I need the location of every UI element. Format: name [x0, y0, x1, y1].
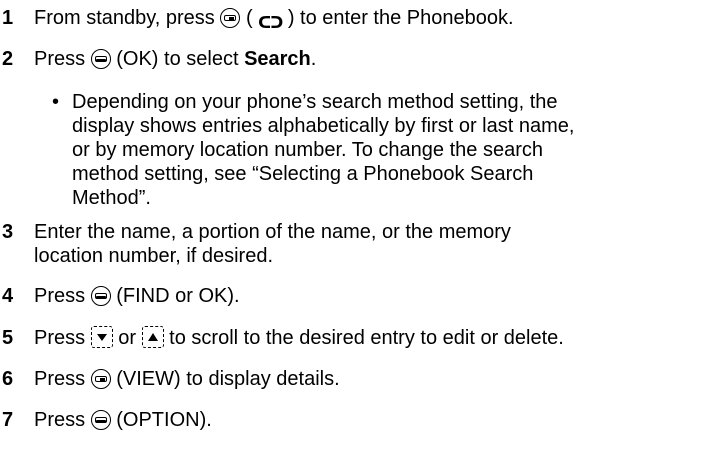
step-number: 4: [2, 285, 14, 307]
right-softkey-icon: [220, 8, 241, 28]
phonebook-icon: ᑕᑐ: [258, 13, 283, 32]
step-number: 3: [2, 221, 14, 243]
step-text: Press (FIND or OK).: [34, 285, 240, 307]
step-text: Enter the name, a portion of the name, o…: [34, 221, 511, 267]
bullet-line: Method”.: [72, 187, 151, 209]
left-softkey-icon: [90, 286, 111, 306]
step-number: 2: [2, 48, 14, 70]
nav-down-icon: [90, 326, 113, 348]
bullet-line: Depending on your phone’s search method …: [72, 91, 558, 113]
step-number: 6: [2, 368, 14, 390]
step-text: From standby, press ( ᑕᑐ ) to enter the …: [34, 6, 699, 35]
nav-up-icon: [141, 326, 164, 348]
step-text: Press (OPTION).: [34, 409, 212, 431]
step-text: Press or to scroll to the desired entry …: [34, 326, 564, 349]
bullet-line: method setting, see “Selecting a Phonebo…: [72, 163, 534, 185]
right-softkey-icon: [90, 369, 111, 389]
bullet-line: display shows entries alphabetically by …: [72, 115, 575, 137]
left-softkey-icon: [90, 49, 111, 69]
bullet-dot: •: [52, 91, 60, 113]
step-text: Press (VIEW) to display details.: [34, 368, 340, 390]
step-number: 5: [2, 327, 14, 349]
step-number: 1: [2, 7, 14, 29]
step-text: Press (OK) to select Search.: [34, 48, 317, 70]
step-number: 7: [2, 409, 14, 431]
bullet-line: or by memory location number. To change …: [72, 139, 543, 161]
center-softkey-icon: [90, 410, 111, 430]
